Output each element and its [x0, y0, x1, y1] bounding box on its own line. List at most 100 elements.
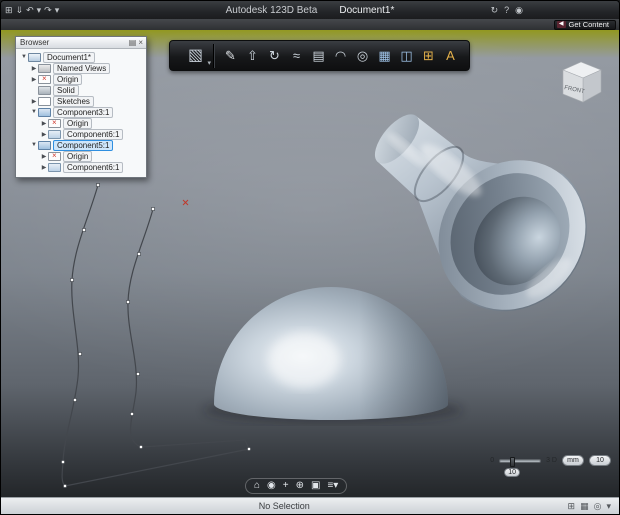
tree-item-label[interactable]: Origin	[53, 74, 82, 85]
tree-item-origin-1[interactable]: ▶ Origin	[18, 74, 144, 84]
browser-panel: Browser ▤× ▼ Document1* ▶ Named Views ▶	[15, 36, 147, 178]
tree-item-label[interactable]: Origin	[63, 151, 92, 162]
pattern-icon[interactable]: ▦	[374, 44, 395, 68]
tree-item-label[interactable]: Document1*	[43, 52, 95, 63]
units-dropdown-icon[interactable]: ▾	[606, 501, 611, 512]
tree-item-component3-1[interactable]: ▼ Component3:1	[18, 107, 144, 117]
tree-item-icon	[38, 108, 51, 117]
tree-item-label[interactable]: Component5:1	[53, 140, 113, 151]
sketch-spline-left	[62, 185, 98, 486]
tree-item-icon	[38, 97, 51, 106]
browser-panel-header[interactable]: Browser ▤×	[16, 37, 146, 49]
undo-dropdown-icon[interactable]: ▾	[37, 3, 42, 17]
statusbar-icons: ⊞ ▦ ◎ ▾	[568, 501, 619, 512]
tree-item-origin-3[interactable]: ▶ Origin	[18, 151, 144, 161]
browser-close-icon[interactable]: ×	[138, 38, 143, 48]
primitives-menu-icon[interactable]: ▧	[178, 44, 214, 68]
tree-item-icon	[38, 86, 51, 95]
tree-item-component5-1[interactable]: ▼ Component5:1	[18, 140, 144, 150]
tree-item-icon	[48, 152, 61, 161]
expand-arrow-icon[interactable]: ▶	[30, 65, 38, 72]
tree-item-label[interactable]: Sketches	[53, 96, 94, 107]
visibility-toggle-icon[interactable]: ◎	[594, 501, 602, 512]
tree-item-icon	[38, 64, 51, 73]
tree-item-icon	[38, 141, 51, 150]
sync-icon[interactable]: ↻	[491, 3, 499, 17]
grid-size-button[interactable]: 10	[589, 455, 611, 466]
expand-arrow-icon[interactable]: ▶	[30, 76, 38, 83]
nav-menu-icon[interactable]: ≡▾	[327, 479, 338, 493]
tree-item-icon	[28, 53, 41, 62]
browser-panel-title: Browser	[16, 38, 129, 47]
tree-item-label[interactable]: Component3:1	[53, 107, 113, 118]
tree-item-component6-1a[interactable]: ▶ Component6:1	[18, 129, 144, 139]
expand-arrow-icon[interactable]: ▼	[30, 142, 38, 148]
tree-item-solid[interactable]: Solid	[18, 85, 144, 95]
window-title: Autodesk 123D Beta Document1*	[226, 5, 395, 16]
fit-view-icon[interactable]: ▣	[311, 479, 320, 493]
sweep-icon[interactable]: ≈	[286, 44, 307, 68]
funnel-solid[interactable]	[367, 107, 616, 340]
combine-icon[interactable]: ◫	[396, 44, 417, 68]
tree-item-origin-2[interactable]: ▶ Origin	[18, 118, 144, 128]
expand-arrow-icon[interactable]: ▶	[40, 164, 48, 171]
view-cube[interactable]: FRONT	[555, 54, 607, 106]
status-bar: No Selection ⊞ ▦ ◎ ▾	[1, 497, 619, 514]
app-window: ⊞⇓↶▾↷▾ Autodesk 123D Beta Document1* ↻?◉…	[0, 0, 620, 515]
navigation-bar: ⌂ ◉ + ⊕ ▣ ≡▾	[245, 478, 347, 494]
3d-viewport[interactable]: ▧✎⇧↻≈▤◠◎▦◫⊞A Browser ▤× ▼ Document1* ▶	[1, 30, 619, 497]
sketch-icon[interactable]: ✎	[220, 44, 241, 68]
expand-arrow-icon[interactable]: ▶	[40, 120, 48, 127]
tree-item-label[interactable]: Origin	[63, 118, 92, 129]
account-icon[interactable]: ◉	[515, 3, 523, 17]
sketch-profile[interactable]	[62, 185, 249, 486]
measure-icon[interactable]: ⊞	[418, 44, 439, 68]
help-icon[interactable]: ?	[504, 3, 509, 17]
grid-toggle-icon[interactable]: ▦	[580, 501, 589, 512]
dome-solid[interactable]	[214, 287, 448, 420]
save-icon[interactable]: ⇓	[16, 3, 24, 17]
tree-item-document1[interactable]: ▼ Document1*	[18, 52, 144, 62]
grid-scale-slider[interactable]	[499, 459, 541, 463]
units-button[interactable]: mm	[562, 455, 584, 466]
extrude-icon[interactable]: ⇧	[242, 44, 263, 68]
shell-icon[interactable]: ◎	[352, 44, 373, 68]
expand-arrow-icon[interactable]: ▶	[30, 98, 38, 105]
grid-scale-handle[interactable]	[510, 457, 515, 467]
expand-arrow-icon[interactable]: ▼	[20, 54, 28, 60]
undo-icon[interactable]: ↶	[26, 3, 34, 17]
redo-dropdown-icon[interactable]: ▾	[55, 3, 60, 17]
browser-pin-icon[interactable]: ▤	[129, 38, 137, 48]
expand-arrow-icon[interactable]: ▼	[30, 109, 38, 115]
home-icon[interactable]: ⌂	[254, 479, 260, 493]
grid-max-label: 3 D	[546, 457, 557, 464]
expand-arrow-icon[interactable]: ▶	[40, 153, 48, 160]
tree-item-component6-1b[interactable]: ▶ Component6:1	[18, 162, 144, 172]
revolve-icon[interactable]: ↻	[264, 44, 285, 68]
sketch-base-lines	[65, 440, 249, 486]
snap-toggle-icon[interactable]: ⊞	[568, 501, 576, 512]
tree-item-label[interactable]: Solid	[53, 85, 79, 96]
text-icon[interactable]: A	[440, 44, 461, 68]
tree-item-label[interactable]: Component6:1	[63, 162, 123, 173]
tree-item-named-views[interactable]: ▶ Named Views	[18, 63, 144, 73]
expand-arrow-icon[interactable]: ▶	[40, 131, 48, 138]
tree-item-icon	[48, 163, 61, 172]
tree-item-sketches[interactable]: ▶ Sketches	[18, 96, 144, 106]
pan-icon[interactable]: +	[283, 479, 289, 493]
get-content-label: Get Content	[569, 20, 609, 29]
selection-status-text: No Selection	[1, 501, 568, 511]
loft-icon[interactable]: ▤	[308, 44, 329, 68]
app-menu-icon[interactable]: ⊞	[5, 3, 13, 17]
fillet-icon[interactable]: ◠	[330, 44, 351, 68]
get-content-button[interactable]: ◀ Get Content	[554, 20, 616, 30]
tree-item-label[interactable]: Component6:1	[63, 129, 123, 140]
collapse-arrow-icon[interactable]: ◀	[557, 21, 566, 28]
grid-min-label: 0	[490, 457, 494, 464]
browser-tree: ▼ Document1* ▶ Named Views ▶ Origin	[16, 49, 146, 177]
zoom-icon[interactable]: ⊕	[296, 479, 304, 493]
tree-item-label[interactable]: Named Views	[53, 63, 110, 74]
orbit-icon[interactable]: ◉	[267, 479, 276, 493]
redo-icon[interactable]: ↷	[44, 3, 52, 17]
quick-access-toolbar: ⊞⇓↶▾↷▾	[1, 3, 226, 17]
